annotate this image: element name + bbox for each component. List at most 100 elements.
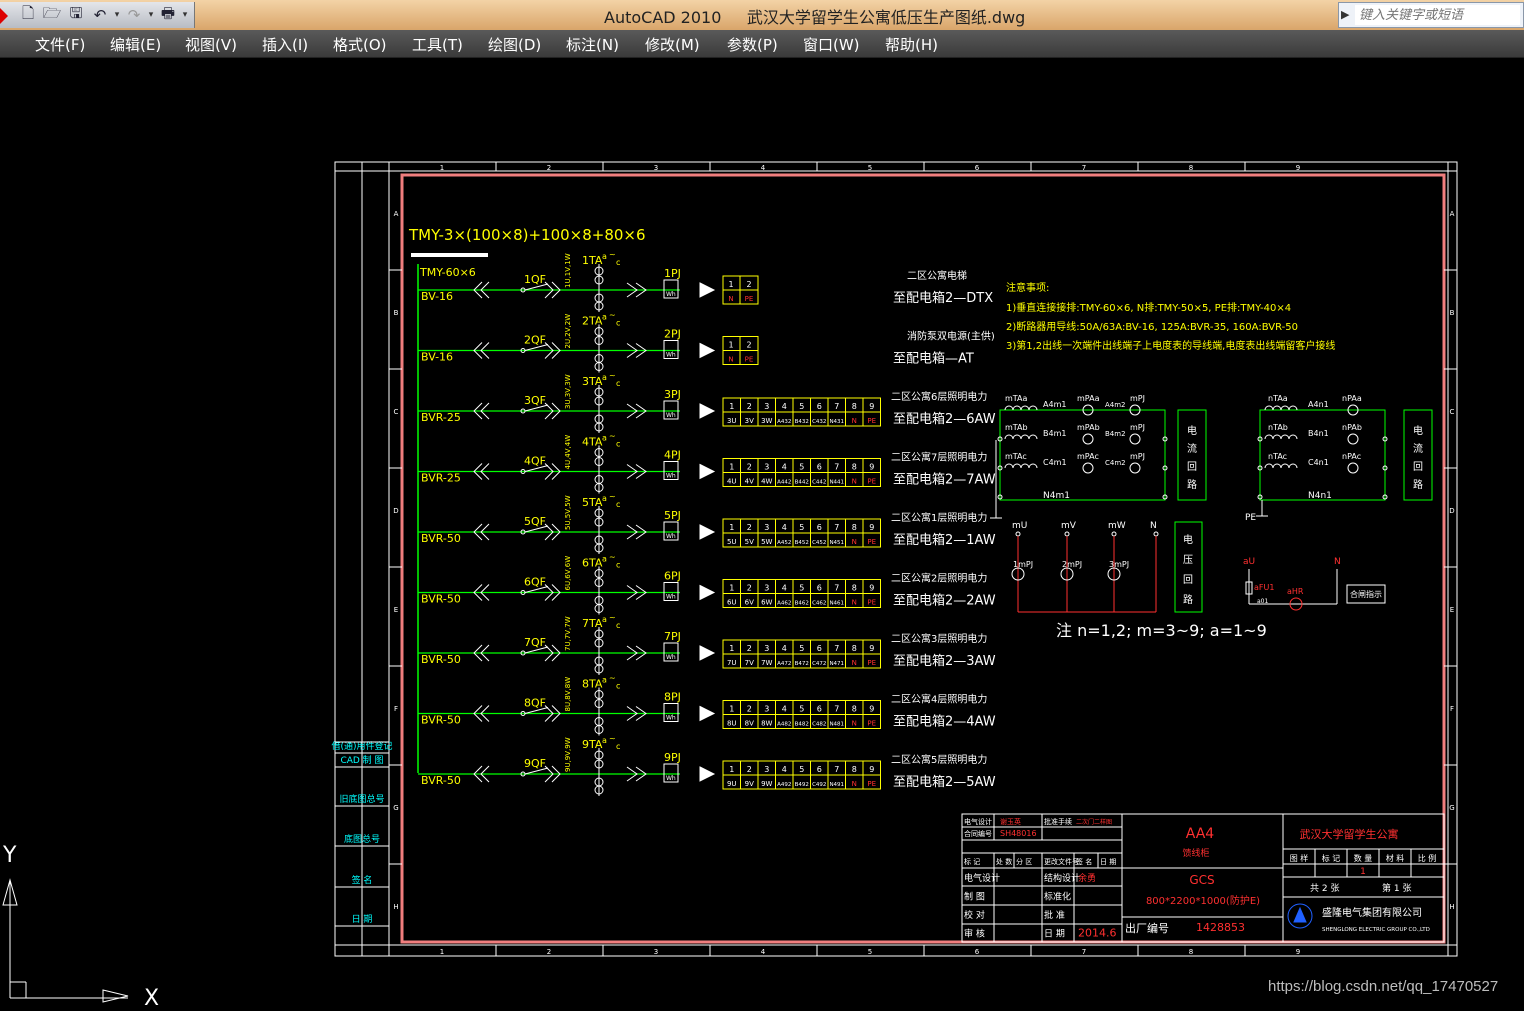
loop-box-label: 回 [1413,461,1423,473]
save-icon[interactable]: 🖫 [64,4,88,26]
loop-box-label: 回 [1187,461,1197,473]
terminal-num: 5 [799,705,804,714]
outer-frame [334,161,1458,957]
print-icon[interactable]: 🖶 [156,4,180,26]
loop-box-label: 电 [1187,424,1197,437]
cable-label: BVR-50 [421,714,461,727]
menu-item-7[interactable]: 绘图(D) [488,34,541,55]
autocad-logo-icon[interactable] [0,8,8,24]
ct-sub: ~ [609,492,616,501]
ct-sub: ~ [609,311,616,320]
terminal-num: PE [867,720,876,728]
grid-col-label: 7 [1082,164,1086,172]
menu-item-4[interactable]: 插入(I) [262,34,308,55]
destination-code: 至配电箱2—1AW [893,532,996,548]
grid-col-label: 9 [1296,948,1300,956]
terminal-num: B472 [795,661,809,667]
terminal-num: PE [867,659,876,667]
grid-row-label: E [394,606,398,614]
destination-desc: 二区公寓6层照明电力 [891,390,987,403]
voltage-label: mV [1061,521,1077,531]
qa-customize-dropdown-icon[interactable]: ▾ [180,10,190,20]
menu-item-8[interactable]: 标注(N) [566,34,619,55]
terminal-num: 9 [869,584,874,593]
quick-access-toolbar: 🗋 🗁 🖫 ↶ ▾ ↷ ▾ 🖶 ▾ [0,2,195,28]
output-arrow-icon [699,342,716,359]
terminal-num: 5U [727,538,737,546]
left-column-label: 旧底图总号 [339,793,384,805]
expand-arrow-icon[interactable]: ▶ [1341,8,1349,21]
voltage-label: mU [1012,521,1027,531]
tb-cell: SH48016 [1000,829,1037,838]
terminal-num: 8 [852,644,857,653]
meter-label: 6PJ [664,570,681,583]
terminal-num: B432 [795,419,809,425]
terminal-block: 1 2 N PE [722,275,759,305]
grid-row-label: B [1450,309,1455,317]
tb-total: 共 2 张 [1310,883,1339,894]
ct-coil [1280,434,1290,440]
cable-label: BVR-50 [421,593,461,606]
loop-box-label: 电 [1413,424,1423,437]
open-folder-icon[interactable]: 🗁 [40,4,64,26]
pe-label: PE [1245,513,1256,523]
terminal-num: 2 [747,463,752,472]
terminal-num: A482 [777,722,791,728]
meter-label: 5PJ [664,509,681,522]
tb-cell: 2014.6 [1078,927,1117,940]
menu-item-1[interactable]: 文件(F) [35,34,85,55]
grid-row-label: A [394,210,399,218]
menu-item-10[interactable]: 参数(P) [727,34,778,55]
notes-line: 2)断路器用导线:50A/63A:BV-16, 125A:BVR-35, 160… [1006,320,1298,333]
ct-sub: c [616,319,620,328]
circuit-row: BVR-50 9QF 9U,9V,9W 9TA a ~c 9PJ Wh 1 9U 2 9V 3 9W 4 A4… [418,734,996,796]
ct-coil [1020,405,1030,411]
terminal-num: 4W [761,478,772,486]
terminal-num: B492 [795,782,809,788]
tb-header: 日 期 [1100,858,1116,866]
meter-label: mPJ [1130,394,1145,403]
indicator-label: N [1334,557,1341,567]
menu-item-3[interactable]: 视图(V) [185,34,237,55]
redo-dropdown-icon[interactable]: ▾ [146,10,156,20]
tb-header: 签 名 [1076,857,1092,866]
terminal-num: A442 [777,480,791,486]
terminal-num: 7 [834,705,839,714]
destination-code: 至配电箱2—DTX [893,290,993,306]
ammeter-icon [1347,433,1359,445]
terminal-num: A472 [777,661,791,667]
terminal-num: 7 [834,402,839,411]
search-input[interactable] [1355,5,1520,25]
menu-item-6[interactable]: 工具(T) [412,34,463,55]
ct-coil [1288,405,1298,411]
title-block: 电气设计 谢玉英 批准手续 二次门二样图合同编号 SH48016标 记处 数分 区更改文… [961,813,1445,943]
grid-col-label: 4 [761,164,766,172]
terminal-num: 3 [764,402,769,411]
menu-item-9[interactable]: 修改(M) [645,34,700,55]
menu-item-11[interactable]: 窗口(W) [803,34,860,55]
drawing-canvas[interactable]: 1 1 2 2 3 3 4 4 5 5 6 6 7 7 8 8 9 9 A A B B C C D D E E F F G G H H 借(通)用件… [0,58,1524,1011]
undo-icon[interactable]: ↶ [88,4,112,26]
tb-cell: 批 准 [1044,909,1065,921]
new-file-icon[interactable]: 🗋 [16,4,40,26]
meter-label: 2PJ [664,328,681,341]
undo-dropdown-icon[interactable]: ▾ [112,10,122,20]
terminal-num: 3V [745,417,754,425]
ct-label: nTAc [1268,452,1287,461]
menu-item-5[interactable]: 格式(O) [333,34,387,55]
ct-sub: ~ [609,734,616,743]
tb-cell: 合同编号 [964,829,992,838]
grid-row-label: E [1450,606,1454,614]
indicator-label: aFU1 [1254,583,1274,592]
menu-item-12[interactable]: 帮助(H) [885,34,938,55]
menu-item-2[interactable]: 编辑(E) [110,34,161,55]
terminal-num: 5W [761,538,772,546]
circuit-row: BVR-25 4QF 4U,4V,4W 4TA a ~c 4PJ Wh 1 4U 2 4V 3 4W 4 A4… [418,432,996,494]
neutral-label: N4m1 [1043,491,1070,501]
ct-coil [1264,463,1274,469]
ct-label: 4TA [582,436,603,449]
terminal-num: 9 [869,523,874,532]
terminal-num: 2 [747,705,752,714]
cad-drawing[interactable]: 112233445566778899A AB BC CD DE EF FG GH H借(通)用件… [0,58,1524,1011]
redo-icon[interactable]: ↷ [122,4,146,26]
